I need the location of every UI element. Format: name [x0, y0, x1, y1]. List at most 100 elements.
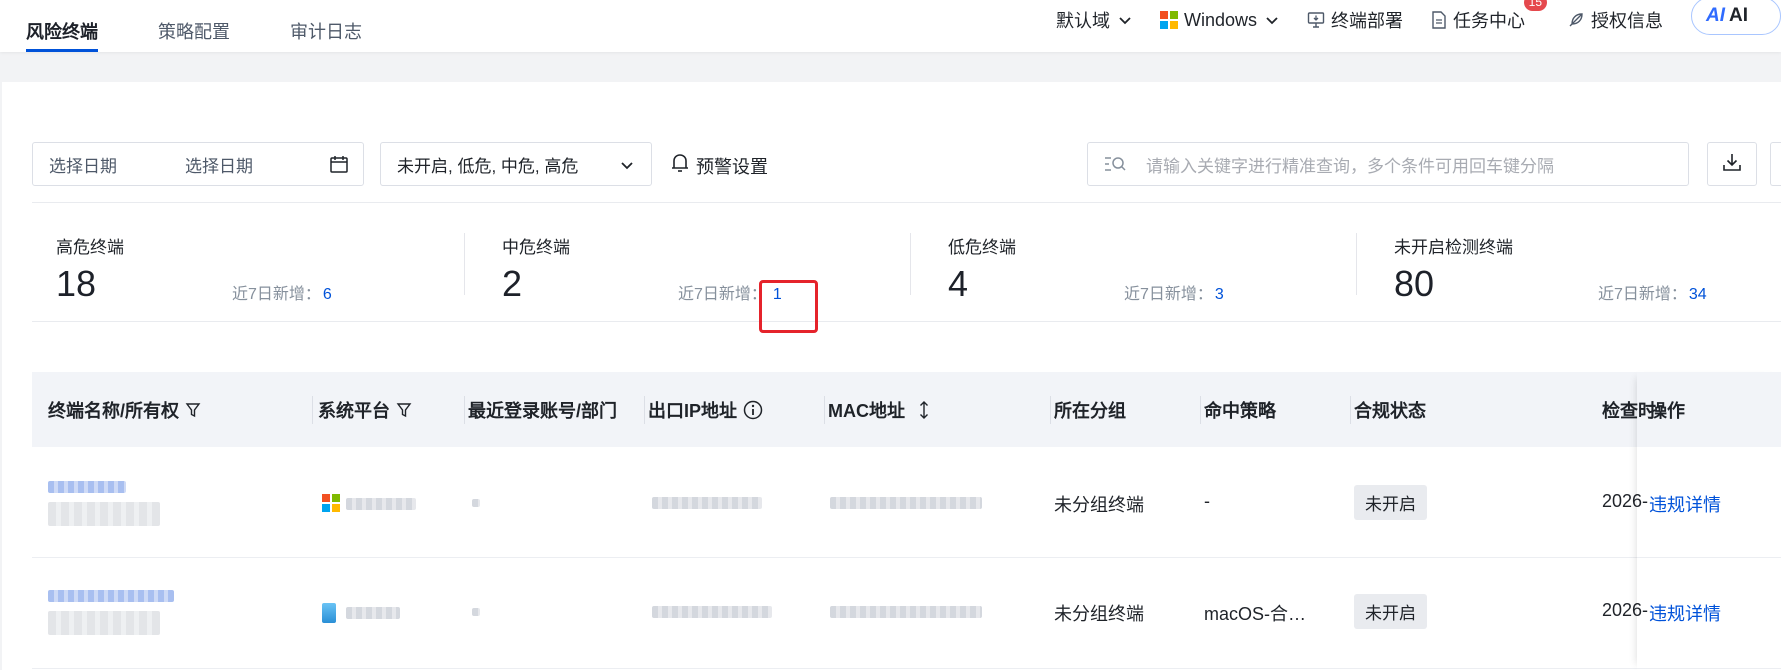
stat-value: 80 — [1394, 263, 1435, 304]
col-last-login[interactable]: 最近登录账号/部门 — [468, 372, 617, 447]
table-row[interactable]: 未分组终端 macOS-合… 未开启 2026- — [32, 558, 1781, 669]
chevron-down-icon — [1118, 13, 1132, 27]
stat-value: 2 — [502, 263, 523, 304]
license-info-label: 授权信息 — [1591, 11, 1663, 31]
col-compliance[interactable]: 合规状态 — [1354, 372, 1426, 447]
egress-ip — [652, 497, 762, 509]
hit-policy: - — [1204, 491, 1210, 511]
search-placeholder: 请输入关键字进行精准查询，多个条件可用回车键分隔 — [1146, 156, 1554, 176]
stat-label: 高危终端 — [56, 238, 124, 257]
download-icon — [1722, 152, 1742, 177]
col-platform[interactable]: 系统平台 — [318, 372, 412, 447]
domain-selector[interactable]: 默认域 — [1056, 7, 1132, 33]
col-mac-address[interactable]: MAC地址 — [828, 372, 929, 447]
tab-audit-log[interactable]: 审计日志 — [290, 0, 362, 52]
alert-settings-label: 预警设置 — [696, 156, 768, 177]
violation-details-link[interactable]: 违规详情 — [1649, 600, 1721, 626]
stat-value: 4 — [948, 263, 969, 304]
mac-address — [830, 497, 982, 509]
stat-value: 18 — [56, 263, 97, 304]
stat-new-7d-value[interactable]: 3 — [1215, 286, 1224, 303]
column-separator — [644, 396, 645, 424]
sort-icon[interactable] — [919, 400, 929, 419]
terminal-deploy-link[interactable]: 终端部署 — [1307, 7, 1403, 33]
date-start-input[interactable]: 选择日期 — [49, 152, 185, 177]
task-count-badge: 15 — [1523, 0, 1547, 11]
windows-icon — [322, 494, 340, 517]
stat-low-risk[interactable]: 低危终端 4 近7日新增： 3 — [924, 203, 1370, 323]
table-row[interactable]: 未分组终端 - 未开启 2026- — [32, 447, 1781, 558]
column-separator — [824, 396, 825, 424]
platform-name — [346, 498, 416, 510]
stat-new-7d-value[interactable]: 34 — [1689, 286, 1707, 303]
task-center-label: 任务中心 — [1453, 11, 1525, 31]
stat-divider — [1356, 233, 1357, 295]
terminal-deploy-label: 终端部署 — [1331, 11, 1403, 31]
keyword-search-input[interactable]: 请输入关键字进行精准查询，多个条件可用回车键分隔 — [1087, 142, 1689, 186]
terminal-table: 终端名称/所有权 系统平台 最近登录账号/部门 出口IP地址 MAC地址 所在分… — [32, 372, 1781, 670]
terminal-owner — [48, 502, 160, 526]
stat-label: 未开启检测终端 — [1394, 238, 1513, 257]
col-terminal-name[interactable]: 终端名称/所有权 — [48, 372, 201, 447]
feather-icon — [1567, 11, 1585, 29]
bell-icon — [670, 152, 690, 179]
stat-high-risk[interactable]: 高危终端 18 近7日新增： 6 — [32, 203, 478, 323]
top-bar: 风险终端 策略配置 审计日志 默认域 Windows 终端部署 任务中心 15 … — [0, 0, 1781, 52]
column-separator — [1200, 396, 1201, 424]
stat-new-7d-value[interactable]: 6 — [323, 286, 332, 303]
filter-icon[interactable] — [396, 402, 412, 418]
risk-level-select[interactable]: 未开启, 低危, 中危, 高危 — [380, 142, 652, 186]
col-egress-ip[interactable]: 出口IP地址 — [648, 372, 763, 447]
chevron-down-icon — [619, 157, 635, 178]
date-end-input[interactable]: 选择日期 — [185, 152, 325, 177]
terminal-name-link[interactable] — [48, 590, 174, 602]
login-account — [472, 499, 480, 507]
column-separator — [312, 396, 313, 424]
group-name: 未分组终端 — [1054, 495, 1144, 515]
stat-divider — [464, 233, 465, 295]
top-nav: 默认域 Windows 终端部署 任务中心 15 授权信息 AI AI — [1056, 0, 1781, 40]
col-policy[interactable]: 命中策略 — [1204, 372, 1276, 447]
search-filter-icon — [1104, 155, 1126, 173]
stat-new-7d: 近7日新增： 34 — [1598, 286, 1707, 303]
stat-new-7d: 近7日新增： 6 — [232, 286, 332, 303]
info-icon[interactable] — [743, 400, 763, 420]
hit-policy[interactable]: macOS-合… — [1204, 600, 1306, 626]
violation-details-link[interactable]: 违规详情 — [1649, 491, 1721, 517]
tab-policy-config[interactable]: 策略配置 — [158, 0, 230, 52]
status-badge: 未开启 — [1354, 485, 1427, 520]
col-group[interactable]: 所在分组 — [1054, 372, 1126, 447]
alert-settings-button[interactable]: 预警设置 — [670, 152, 768, 179]
ai-label: AI — [1729, 5, 1748, 26]
highlight-annotation-box — [759, 280, 818, 333]
status-badge: 未开启 — [1354, 594, 1427, 629]
column-separator — [464, 396, 465, 424]
egress-ip — [652, 606, 772, 618]
platform-name — [346, 607, 400, 619]
tab-bar: 风险终端 策略配置 审计日志 — [26, 0, 422, 52]
stat-detection-off[interactable]: 未开启检测终端 80 近7日新增： 34 — [1370, 203, 1781, 323]
stat-label: 中危终端 — [502, 238, 570, 257]
filter-icon[interactable] — [185, 402, 201, 418]
license-info-link[interactable]: 授权信息 — [1567, 7, 1663, 33]
col-actions: 操作 — [1649, 400, 1685, 421]
os-selector[interactable]: Windows — [1159, 10, 1279, 31]
more-actions-button[interactable] — [1770, 142, 1781, 186]
terminal-name-link[interactable] — [48, 481, 126, 493]
calendar-icon[interactable] — [329, 154, 349, 179]
group-name: 未分组终端 — [1054, 604, 1144, 624]
download-button[interactable] — [1707, 142, 1757, 186]
date-range-picker[interactable]: 选择日期 选择日期 — [32, 142, 364, 186]
column-separator — [1350, 396, 1351, 424]
ai-assistant-button[interactable]: AI AI — [1691, 0, 1781, 35]
stat-medium-risk[interactable]: 中危终端 2 近7日新增： 1 — [478, 203, 924, 323]
macos-icon — [322, 603, 336, 623]
windows-icon — [1159, 11, 1178, 29]
login-account — [472, 608, 480, 616]
task-center-link[interactable]: 任务中心 15 — [1431, 0, 1547, 33]
risk-stats-bar: 高危终端 18 近7日新增： 6 中危终端 2 近7日新增： 1 低危终端 4 近7… — [32, 202, 1781, 322]
tab-risk-terminals[interactable]: 风险终端 — [26, 0, 98, 52]
risk-level-value: 未开启, 低危, 中危, 高危 — [397, 156, 579, 176]
domain-label: 默认域 — [1055, 11, 1110, 31]
ai-logo-icon: AI — [1706, 5, 1725, 26]
